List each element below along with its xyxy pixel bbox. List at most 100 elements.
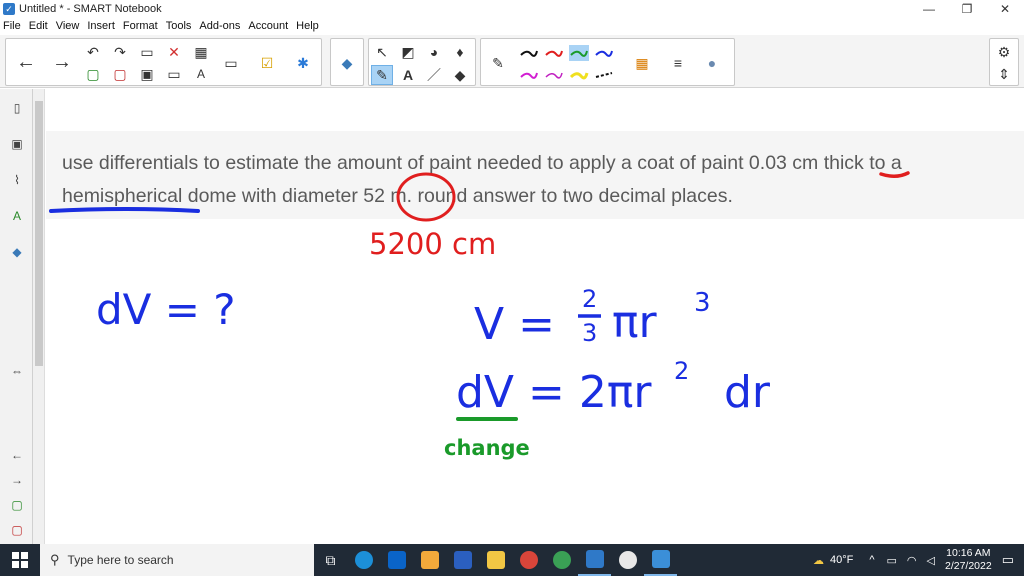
text-icon[interactable]: A bbox=[397, 65, 419, 85]
properties-icon[interactable]: A bbox=[6, 205, 28, 227]
color-palette-icon[interactable]: ▦ bbox=[631, 53, 653, 73]
weather-temp[interactable]: 40°F bbox=[830, 554, 853, 566]
attachments-icon[interactable]: ⌇ bbox=[6, 169, 28, 191]
chrome-icon[interactable] bbox=[512, 544, 545, 576]
paste-icon[interactable]: ▭ bbox=[136, 42, 158, 62]
pen-dashed-icon[interactable] bbox=[594, 67, 614, 83]
menu-tools[interactable]: Tools bbox=[166, 20, 192, 32]
scrollbar-thumb[interactable] bbox=[35, 101, 43, 366]
gallery-icon[interactable]: ◆ bbox=[336, 53, 358, 73]
network-icon[interactable]: ▭ bbox=[887, 554, 897, 567]
highlighter-yellow-icon[interactable] bbox=[569, 67, 589, 83]
screen-capture-icon[interactable]: ▭ bbox=[220, 53, 242, 73]
menu-bar: File Edit View Insert Format Tools Add-o… bbox=[0, 18, 1024, 34]
fill-effects-icon[interactable]: ● bbox=[701, 53, 723, 73]
pen-magenta-thin-icon[interactable] bbox=[544, 67, 564, 83]
redo-icon[interactable]: ↷ bbox=[109, 42, 131, 62]
fraction-denominator-ink: 3 bbox=[582, 319, 597, 347]
chrome-profile-icon[interactable] bbox=[545, 544, 578, 576]
pen-green-icon[interactable] bbox=[569, 45, 589, 61]
back-icon[interactable]: ← bbox=[10, 42, 42, 82]
search-icon: ⚲ bbox=[50, 552, 60, 567]
menu-file[interactable]: File bbox=[3, 20, 21, 32]
gallery-tab-icon[interactable]: ▣ bbox=[6, 133, 28, 155]
select-icon[interactable]: ↖ bbox=[371, 42, 393, 62]
cube-exponent-ink: 3 bbox=[694, 288, 711, 318]
side-back-icon[interactable]: ← bbox=[6, 444, 28, 466]
shape-icon[interactable]: ◩ bbox=[397, 42, 419, 62]
side-add-page-icon[interactable]: ▢ bbox=[6, 494, 28, 516]
side-delete-page-icon[interactable]: ▢ bbox=[6, 519, 28, 541]
move-toolbar-icon[interactable]: ⇕ bbox=[993, 64, 1015, 84]
diameter-circle bbox=[396, 172, 456, 222]
word-icon[interactable] bbox=[446, 544, 479, 576]
page-scrollbar[interactable] bbox=[33, 89, 45, 544]
differential-ink: dV = 2πr bbox=[456, 367, 652, 418]
file-explorer-icon[interactable] bbox=[479, 544, 512, 576]
title-bar: ✓ Untitled * - SMART Notebook — ❐ ✕ bbox=[0, 0, 1024, 18]
restore-button[interactable]: ❐ bbox=[948, 0, 986, 18]
add-ons-tab-icon[interactable]: ◆ bbox=[6, 241, 28, 263]
add-ons-icon[interactable]: ✱ bbox=[292, 53, 314, 73]
taskbar-search[interactable]: ⚲ Type here to search bbox=[40, 544, 314, 576]
save-icon[interactable]: ▣ bbox=[136, 64, 158, 84]
smart-notebook-window: ✓ Untitled * - SMART Notebook — ❐ ✕ File… bbox=[0, 0, 1024, 576]
board-icon[interactable] bbox=[644, 544, 677, 576]
delete-icon[interactable]: ✕ bbox=[163, 42, 185, 62]
task-view-icon[interactable]: ⧉ bbox=[314, 544, 347, 576]
menu-add-ons[interactable]: Add-ons bbox=[199, 20, 240, 32]
delete-page-icon[interactable]: ▢ bbox=[109, 64, 131, 84]
settings-icon[interactable]: ⚙ bbox=[993, 42, 1015, 62]
toolbar-group-settings: ⚙ ⇕ bbox=[989, 38, 1019, 86]
pen-blue-icon[interactable] bbox=[594, 45, 614, 61]
ai-icon[interactable]: A bbox=[190, 64, 212, 84]
menu-view[interactable]: View bbox=[56, 20, 80, 32]
forward-icon[interactable]: → bbox=[46, 42, 78, 82]
notifications-icon[interactable]: ▭ bbox=[1002, 552, 1014, 568]
volume-v-ink: V = bbox=[474, 299, 555, 350]
windows-taskbar: ⚲ Type here to search ⧉ ☁ 40°F ^ ▭ ◠ ◁ 1… bbox=[0, 544, 1024, 576]
unknown-ink: dV = ? bbox=[96, 285, 236, 334]
checkbox-icon[interactable]: ☑ bbox=[256, 53, 278, 73]
side-forward-icon[interactable]: → bbox=[6, 469, 28, 491]
add-page-icon[interactable]: ▢ bbox=[82, 64, 104, 84]
menu-format[interactable]: Format bbox=[123, 20, 158, 32]
table-icon[interactable]: ▦ bbox=[190, 42, 212, 62]
page-sorter-icon[interactable]: ▯ bbox=[6, 97, 28, 119]
store-icon[interactable] bbox=[413, 544, 446, 576]
close-button[interactable]: ✕ bbox=[986, 0, 1024, 18]
line-icon[interactable]: ／ bbox=[423, 65, 445, 85]
snip-icon[interactable] bbox=[611, 544, 644, 576]
presentation-icon[interactable]: ▭ bbox=[163, 64, 185, 84]
smart-notebook-task-icon[interactable] bbox=[578, 544, 611, 576]
menu-edit[interactable]: Edit bbox=[29, 20, 48, 32]
toolbar-group-tools: ↖ ◩ ◕ ♦ ✎ A ／ ◆ bbox=[368, 38, 476, 86]
dr-ink: dr bbox=[724, 367, 771, 418]
outlook-icon[interactable] bbox=[380, 544, 413, 576]
menu-account[interactable]: Account bbox=[248, 20, 288, 32]
eraser-icon[interactable]: ◆ bbox=[449, 65, 471, 85]
clock[interactable]: 10:16 AM 2/27/2022 bbox=[945, 547, 992, 573]
paint-bucket-icon[interactable]: ♦ bbox=[449, 42, 471, 62]
start-button[interactable] bbox=[0, 544, 40, 576]
tray-chevron-icon[interactable]: ^ bbox=[869, 554, 874, 566]
wifi-icon[interactable]: ◠ bbox=[907, 554, 917, 567]
edge-icon[interactable] bbox=[347, 544, 380, 576]
volume-icon[interactable]: ◁ bbox=[927, 554, 935, 567]
pen-icon[interactable]: ✎ bbox=[487, 53, 509, 73]
menu-help[interactable]: Help bbox=[296, 20, 319, 32]
minimize-button[interactable]: — bbox=[910, 0, 948, 18]
undo-icon[interactable]: ↶ bbox=[82, 42, 104, 62]
pen-magenta-icon[interactable] bbox=[519, 67, 539, 83]
notebook-canvas[interactable]: use differentials to estimate the amount… bbox=[46, 89, 1024, 544]
pen-tool-icon[interactable]: ✎ bbox=[371, 65, 393, 85]
fill-icon[interactable]: ◕ bbox=[423, 42, 445, 62]
resize-sidebar-icon[interactable]: ⇔ bbox=[6, 360, 28, 382]
line-style-icon[interactable]: ≡ bbox=[667, 53, 689, 73]
pen-red-icon[interactable] bbox=[544, 45, 564, 61]
fraction-numerator-ink: 2 bbox=[582, 285, 597, 313]
change-note-ink: change bbox=[444, 436, 530, 460]
weather-icon[interactable]: ☁ bbox=[813, 554, 824, 567]
menu-insert[interactable]: Insert bbox=[87, 20, 115, 32]
pen-black-icon[interactable] bbox=[519, 45, 539, 61]
